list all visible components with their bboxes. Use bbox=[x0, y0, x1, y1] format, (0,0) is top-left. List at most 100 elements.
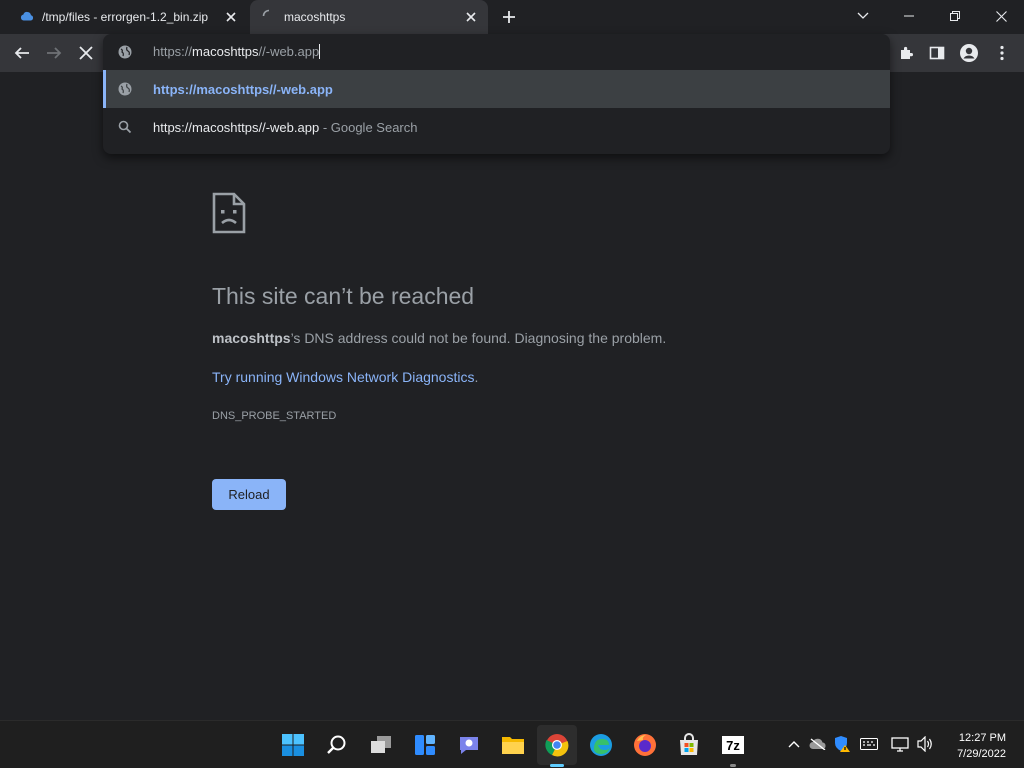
clock[interactable]: 12:27 PM 7/29/2022 bbox=[957, 730, 1006, 762]
url-rest: //-web.app bbox=[258, 44, 320, 59]
url-scheme: https:// bbox=[153, 44, 193, 59]
globe-icon bbox=[117, 44, 133, 60]
windows-logo-icon bbox=[282, 734, 304, 756]
chrome-icon bbox=[545, 734, 569, 757]
menu-button[interactable] bbox=[988, 39, 1016, 67]
chrome-button[interactable] bbox=[537, 725, 577, 765]
diagnostics-paragraph: Try running Windows Network Diagnostics. bbox=[212, 369, 478, 385]
network-diagnostics-link[interactable]: Try running Windows Network Diagnostics bbox=[212, 369, 474, 385]
network-monitor-icon bbox=[891, 737, 909, 752]
chevron-up-icon bbox=[788, 741, 800, 748]
close-icon[interactable] bbox=[220, 6, 242, 28]
edge-button[interactable] bbox=[581, 725, 621, 765]
cloud-icon bbox=[20, 10, 34, 24]
suggestion-text: https://macoshttps//-web.app bbox=[153, 82, 333, 97]
running-app-indicator bbox=[730, 764, 736, 767]
onedrive-tray-button[interactable] bbox=[807, 733, 829, 755]
suggestion-text: https://macoshttps//-web.app - Google Se… bbox=[153, 120, 417, 135]
restore-button[interactable] bbox=[932, 0, 978, 32]
tab-macoshttps[interactable]: macoshttps bbox=[250, 0, 488, 34]
edge-icon bbox=[590, 734, 612, 756]
firefox-button[interactable] bbox=[625, 725, 665, 765]
chat-icon bbox=[460, 737, 478, 754]
volume-tray-button[interactable] bbox=[914, 733, 936, 755]
folder-icon bbox=[502, 737, 524, 754]
tab-strip: /tmp/files - errorgen-1.2_bin.zip macosh… bbox=[0, 0, 1024, 34]
security-tray-button[interactable] bbox=[831, 733, 853, 755]
error-title: This site can’t be reached bbox=[212, 283, 475, 309]
side-panel-button[interactable] bbox=[923, 39, 951, 67]
suggestion-query: https://macoshttps//-web.app bbox=[153, 120, 320, 135]
new-tab-button[interactable] bbox=[498, 6, 520, 28]
close-window-button[interactable] bbox=[978, 0, 1024, 32]
search-icon bbox=[327, 735, 346, 754]
keyboard-icon bbox=[860, 738, 878, 750]
taskbar-search-button[interactable] bbox=[317, 725, 357, 765]
tab-search-button[interactable] bbox=[840, 0, 886, 32]
omnibox-dropdown: https://macoshttps//-web.app https://mac… bbox=[103, 34, 890, 154]
address-bar[interactable]: https://macoshttps//-web.app bbox=[103, 34, 890, 70]
search-icon bbox=[117, 119, 133, 135]
profile-button[interactable] bbox=[955, 39, 983, 67]
network-tray-button[interactable] bbox=[889, 733, 911, 755]
firefox-icon bbox=[634, 734, 656, 756]
tab-title: /tmp/files - errorgen-1.2_bin.zip bbox=[42, 10, 209, 24]
link-suffix: . bbox=[474, 369, 479, 385]
error-message: macoshttps’s DNS address could not be fo… bbox=[212, 330, 666, 346]
store-icon bbox=[680, 733, 698, 755]
forward-button[interactable] bbox=[40, 39, 68, 67]
text-caret bbox=[319, 44, 321, 59]
extensions-button[interactable] bbox=[892, 39, 920, 67]
keyboard-tray-button[interactable] bbox=[858, 733, 880, 755]
globe-icon bbox=[117, 81, 133, 97]
reload-button[interactable]: Reload bbox=[212, 479, 286, 510]
plus-icon bbox=[503, 11, 515, 23]
avatar-icon bbox=[960, 44, 978, 62]
clock-time: 12:27 PM bbox=[958, 732, 1006, 744]
chat-button[interactable] bbox=[449, 725, 489, 765]
error-code: DNS_PROBE_STARTED bbox=[212, 410, 337, 422]
address-input[interactable]: https://macoshttps//-web.app bbox=[153, 44, 321, 59]
puzzle-icon bbox=[901, 46, 913, 59]
arrow-left-icon bbox=[14, 47, 29, 59]
widgets-icon bbox=[415, 735, 435, 755]
widgets-button[interactable] bbox=[405, 725, 445, 765]
minimize-button[interactable] bbox=[886, 0, 932, 32]
url-host: macoshttps bbox=[192, 44, 259, 59]
side-panel-icon bbox=[929, 46, 945, 60]
close-icon[interactable] bbox=[460, 6, 482, 28]
kebab-menu-icon bbox=[1000, 45, 1004, 61]
error-host: macoshttps bbox=[212, 330, 291, 346]
loading-spinner-icon bbox=[262, 9, 276, 26]
7zip-icon: 7z bbox=[722, 736, 744, 754]
suggestion-subtitle: - Google Search bbox=[319, 120, 418, 135]
restore-icon bbox=[950, 11, 960, 21]
start-button[interactable] bbox=[273, 725, 313, 765]
svg-text:7z: 7z bbox=[726, 738, 740, 753]
shield-warning-icon bbox=[835, 736, 850, 752]
minimize-icon bbox=[904, 15, 914, 17]
taskbar: 7z 12:27 PM 7/29/2022 bbox=[0, 720, 1024, 768]
task-view-icon bbox=[371, 736, 391, 753]
tab-files[interactable]: /tmp/files - errorgen-1.2_bin.zip bbox=[0, 0, 248, 34]
active-app-indicator bbox=[550, 764, 564, 767]
sad-page-icon bbox=[212, 192, 246, 234]
error-message-text: ’s DNS address could not be found. Diagn… bbox=[290, 330, 667, 346]
arrow-right-icon bbox=[47, 47, 62, 59]
close-icon bbox=[79, 46, 93, 60]
suggestion-search[interactable]: https://macoshttps//-web.app - Google Se… bbox=[103, 108, 890, 146]
close-icon bbox=[995, 10, 1007, 22]
7zip-button[interactable]: 7z bbox=[713, 725, 753, 765]
suggestion-url[interactable]: https://macoshttps//-web.app bbox=[103, 70, 890, 108]
chevron-down-icon bbox=[857, 12, 869, 19]
task-view-button[interactable] bbox=[361, 725, 401, 765]
clock-date: 7/29/2022 bbox=[957, 748, 1006, 760]
store-button[interactable] bbox=[669, 725, 709, 765]
speaker-icon bbox=[917, 736, 932, 752]
file-explorer-button[interactable] bbox=[493, 725, 533, 765]
show-hidden-icons-button[interactable] bbox=[783, 733, 805, 755]
back-button[interactable] bbox=[8, 39, 36, 67]
cloud-offline-icon bbox=[809, 738, 826, 750]
tab-title: macoshttps bbox=[284, 10, 346, 24]
stop-button[interactable] bbox=[72, 39, 100, 67]
